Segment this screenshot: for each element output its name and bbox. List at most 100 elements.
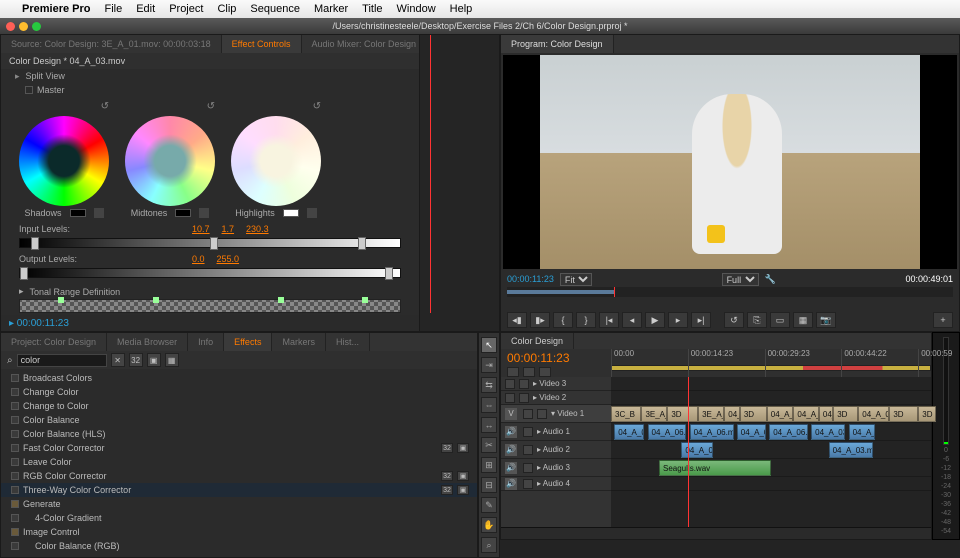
sequence-tab[interactable]: Color Design — [501, 333, 574, 349]
video-clip[interactable]: 3D — [667, 406, 698, 422]
reset-icon[interactable]: ↺ — [207, 101, 215, 112]
rate-stretch-tool[interactable]: ↔ — [481, 417, 497, 433]
mute-icon[interactable]: 🔊 — [505, 444, 517, 456]
track-a4-label[interactable]: ▸ Audio 4 — [537, 479, 570, 488]
menu-help[interactable]: Help — [450, 3, 473, 15]
mute-icon[interactable]: 🔊 — [505, 478, 517, 490]
lock-icon[interactable] — [523, 479, 533, 489]
menu-window[interactable]: Window — [397, 3, 436, 15]
output-white[interactable]: 255.0 — [217, 254, 240, 264]
razor-tool[interactable]: ✂ — [481, 437, 497, 453]
eyedropper-icon[interactable] — [94, 208, 104, 218]
track-v2-label[interactable]: ▸ Video 2 — [533, 393, 566, 402]
audio-clip[interactable]: 04_A_03.m — [811, 424, 845, 440]
video-clip[interactable]: 3C_B — [611, 406, 641, 422]
menu-clip[interactable]: Clip — [217, 3, 236, 15]
fx-item[interactable]: Leave Color — [1, 455, 477, 469]
input-black[interactable]: 10.7 — [192, 224, 210, 234]
fx-item[interactable]: Color Balance — [1, 413, 477, 427]
lock-icon[interactable] — [519, 393, 529, 403]
zoom-tool[interactable]: ⌕ — [481, 537, 497, 553]
output-levels-slider[interactable] — [19, 268, 401, 278]
program-scrubber[interactable] — [507, 287, 953, 297]
tab-history[interactable]: Hist... — [326, 333, 370, 351]
hand-tool[interactable]: ✋ — [481, 517, 497, 533]
highlights-swatch[interactable] — [283, 209, 299, 217]
track-v3-label[interactable]: ▸ Video 3 — [533, 379, 566, 388]
lock-icon[interactable] — [519, 379, 529, 389]
audio-clip[interactable]: 04_A_06.r — [681, 442, 713, 458]
tab-program[interactable]: Program: Color Design — [501, 35, 614, 53]
fx-filter-yuv[interactable]: ▦ — [165, 353, 179, 367]
video-clip[interactable]: 04_A_04 — [724, 406, 740, 422]
settings-icon[interactable] — [539, 367, 551, 377]
audio-clip[interactable]: 04_A_06.m — [769, 424, 808, 440]
eye-icon[interactable] — [505, 379, 515, 389]
tab-audio-mixer[interactable]: Audio Mixer: Color Design — [302, 35, 428, 53]
fx-item[interactable]: Fast Color Corrector32▣ — [1, 441, 477, 455]
video-clip[interactable]: 3E_A_0 — [698, 406, 724, 422]
macos-menubar[interactable]: Premiere Pro File Edit Project Clip Sequ… — [0, 0, 960, 18]
fx-item[interactable]: Change Color — [1, 385, 477, 399]
eye-icon[interactable] — [505, 393, 515, 403]
video-clip[interactable]: 04_A_06.m — [767, 406, 794, 422]
menu-title[interactable]: Title — [362, 3, 382, 15]
transport-button[interactable]: |◂ — [599, 312, 619, 328]
transport-button[interactable]: 📷 — [816, 312, 836, 328]
wrench-icon[interactable]: 🔧 — [765, 274, 776, 285]
timeline-tracks-area[interactable]: 3C_B3E_A_01.m3D3E_A_004_A_043D04_A_06.m0… — [611, 377, 931, 527]
highlights-color-wheel[interactable] — [231, 116, 321, 206]
lock-icon[interactable] — [523, 427, 533, 437]
transport-button[interactable]: ▸ — [668, 312, 688, 328]
audio-clip[interactable]: 04_A_06.mov — [614, 424, 644, 440]
resolution-select[interactable]: Full — [722, 273, 759, 286]
tab-media-browser[interactable]: Media Browser — [107, 333, 188, 351]
transport-button[interactable]: ◂ — [622, 312, 642, 328]
audio-clip[interactable]: 04_A_03.mov — [829, 442, 874, 458]
input-white[interactable]: 230.3 — [246, 224, 269, 234]
track-v1-label[interactable]: ▾ Video 1 — [551, 409, 584, 418]
program-timecode[interactable]: 00:00:11:23 — [507, 274, 554, 284]
video-clip[interactable]: 3E_A_01.m — [641, 406, 667, 422]
menu-project[interactable]: Project — [169, 3, 203, 15]
ripple-edit-tool[interactable]: ⇆ — [481, 377, 497, 393]
fx-item[interactable]: Color Balance (RGB) — [1, 539, 477, 553]
transport-button[interactable]: ▮▸ — [530, 312, 550, 328]
fx-item[interactable]: Image Control — [1, 525, 477, 539]
reset-icon[interactable]: ↺ — [313, 101, 321, 112]
reset-icon[interactable]: ↺ — [101, 101, 109, 112]
transport-button[interactable]: } — [576, 312, 596, 328]
audio-clip[interactable]: 04_A_06.m — [690, 424, 734, 440]
track-a1-label[interactable]: ▸ Audio 1 — [537, 427, 570, 436]
tonal-range-slider[interactable] — [19, 299, 401, 313]
rolling-edit-tool[interactable]: ⇔ — [481, 397, 497, 413]
audio-clip[interactable]: 04_A_03.m — [737, 424, 766, 440]
lock-icon[interactable] — [537, 409, 547, 419]
audio-clip[interactable]: 04_A_06.mc — [849, 424, 875, 440]
audio-clip[interactable]: 04_A_06. — [648, 424, 687, 440]
tab-markers[interactable]: Markers — [272, 333, 326, 351]
transport-button[interactable]: ◂▮ — [507, 312, 527, 328]
transport-button[interactable]: ⎘ — [747, 312, 767, 328]
split-view-label[interactable]: Split View — [26, 71, 65, 81]
output-black[interactable]: 0.0 — [192, 254, 205, 264]
menu-sequence[interactable]: Sequence — [250, 3, 300, 15]
tab-effects[interactable]: Effects — [224, 333, 272, 351]
transport-button[interactable]: ▭ — [770, 312, 790, 328]
transport-button[interactable]: { — [553, 312, 573, 328]
video-clip[interactable]: 04_A_06 — [819, 406, 833, 422]
timeline-scrollbar[interactable] — [501, 527, 931, 539]
lock-icon[interactable] — [523, 463, 533, 473]
fx-item[interactable]: 4-Color Gradient — [1, 511, 477, 525]
fx-filter-32[interactable]: 32 — [129, 353, 143, 367]
track-a2-label[interactable]: ▸ Audio 2 — [537, 445, 570, 454]
video-clip[interactable]: 04_A_03.m — [858, 406, 889, 422]
selection-tool[interactable]: ↖ — [481, 337, 497, 353]
mute-icon[interactable]: 🔊 — [505, 462, 517, 474]
transport-button[interactable]: ↺ — [724, 312, 744, 328]
slip-tool[interactable]: ⊞ — [481, 457, 497, 473]
app-menu[interactable]: Premiere Pro — [22, 3, 90, 15]
transport-button[interactable]: ▸| — [691, 312, 711, 328]
playhead[interactable] — [688, 377, 689, 527]
tab-effect-controls[interactable]: Effect Controls — [222, 35, 302, 53]
